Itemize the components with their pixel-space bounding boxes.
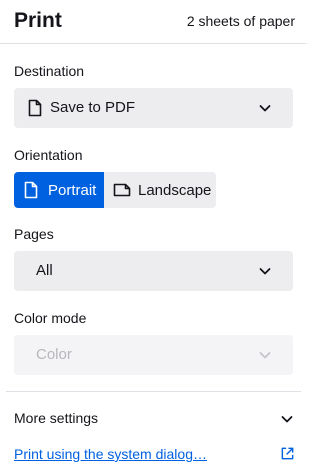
orientation-label: Orientation (14, 147, 83, 163)
pages-select[interactable]: All (14, 251, 293, 291)
chevron-down-icon (259, 105, 271, 112)
color-mode-select[interactable]: Color (14, 335, 293, 375)
orientation-toggle: Portrait Landscape (14, 172, 216, 208)
destination-select[interactable]: Save to PDF (14, 88, 293, 128)
pages-label: Pages (14, 226, 54, 242)
system-dialog-link[interactable]: Print using the system dialog… (14, 446, 207, 462)
destination-label: Destination (14, 63, 85, 79)
destination-value: Save to PDF (50, 99, 136, 116)
portrait-page-icon (24, 181, 38, 199)
sheet-count: 2 sheets of paper (186, 13, 295, 29)
portrait-button[interactable]: Portrait (14, 172, 104, 208)
portrait-label: Portrait (48, 182, 97, 199)
pages-value: All (36, 262, 53, 279)
divider (6, 391, 301, 392)
landscape-page-icon (113, 183, 131, 197)
page-title: Print (14, 9, 62, 32)
color-mode-value: Color (36, 346, 72, 363)
landscape-label: Landscape (138, 182, 212, 199)
document-icon (28, 99, 42, 117)
landscape-button[interactable]: Landscape (104, 172, 216, 208)
chevron-down-icon (259, 268, 271, 275)
print-header: Print 2 sheets of paper (0, 0, 307, 44)
chevron-down-icon (259, 352, 271, 359)
more-settings-toggle[interactable]: More settings (14, 410, 98, 426)
external-link-icon[interactable] (280, 446, 295, 461)
chevron-down-icon[interactable] (279, 411, 295, 427)
color-mode-label: Color mode (14, 310, 87, 326)
